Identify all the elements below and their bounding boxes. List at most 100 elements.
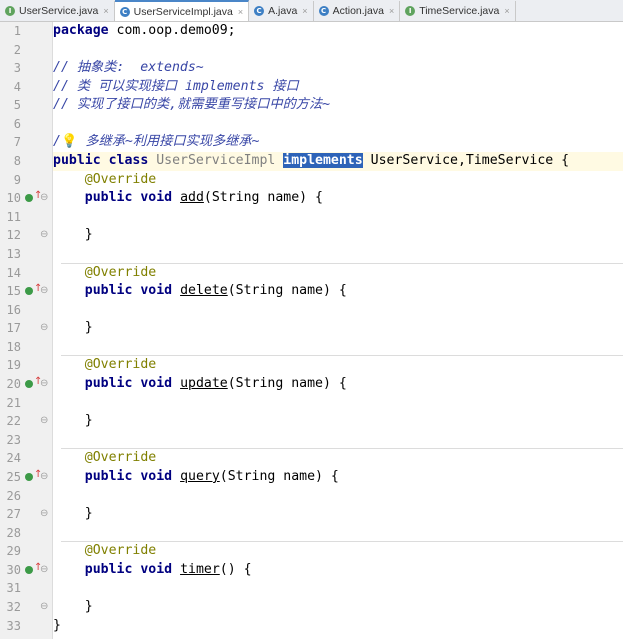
code-token: (String name) { [203,190,323,206]
gutter-row: 4 [0,78,52,97]
close-icon[interactable]: × [389,6,394,16]
code-editor[interactable]: package com.oop.demo09; // 抽象类: extends~… [53,22,623,639]
line-number: 2 [13,42,21,57]
gutter-row: 24 [0,449,52,468]
fold-toggle-icon[interactable]: ⊖ [40,412,48,431]
code-line[interactable]: @Override [53,449,623,468]
gutter-row: 12 ⊖ [0,226,52,245]
code-line[interactable]: @Override [53,171,623,190]
code-line[interactable]: public void update(String name) { [53,375,623,394]
fold-toggle-icon[interactable]: ⊖ [40,561,48,580]
line-number: 3 [13,61,21,76]
fold-toggle-icon[interactable]: ⊖ [40,282,48,301]
code-line[interactable]: // 抽象类: extends~ [53,59,623,78]
gutter-row: 2 [0,41,52,60]
code-line[interactable]: public void delete(String name) { [53,282,623,301]
code-token: implements [283,153,363,169]
close-icon[interactable]: × [238,7,243,17]
code-line[interactable]: // 实现了接口的类,就需要重写接口中的方法~ [53,96,623,115]
code-token: query [180,468,220,484]
fold-toggle-icon[interactable]: ⊖ [40,468,48,487]
line-number: 6 [13,116,21,131]
tab-a[interactable]: C A.java × [249,1,314,21]
code-line[interactable] [53,301,623,320]
code-line[interactable]: } [53,226,623,245]
tab-userservice[interactable]: I UserService.java × [0,1,115,21]
tab-userserviceimpl[interactable]: C UserServiceImpl.java × [114,0,250,21]
gutter-row: 1 [0,22,52,41]
line-number: 26 [6,488,21,503]
code-line[interactable] [53,115,623,134]
code-line[interactable] [53,487,623,506]
tab-label: UserService.java [19,5,99,17]
line-number: 15 [6,284,21,299]
code-line[interactable]: public void query(String name) { [53,468,623,487]
gutter-row: 19 [0,356,52,375]
code-line[interactable] [53,208,623,227]
code-line[interactable]: public class UserServiceImpl implements … [53,152,623,171]
code-token: public void [84,561,173,577]
code-line[interactable] [53,338,623,357]
close-icon[interactable]: × [504,6,509,16]
line-number: 29 [6,544,21,559]
fold-toggle-icon[interactable]: ⊖ [40,505,48,524]
gutter-row: 10 ↑ ⊖ [0,189,52,208]
code-line[interactable] [53,431,623,450]
close-icon[interactable]: × [103,6,108,16]
code-line[interactable]: @Override [53,264,623,283]
code-token: public void [84,190,173,206]
implements-method-icon[interactable] [25,287,33,296]
implements-method-icon[interactable] [25,472,33,481]
code-line[interactable]: @Override [53,542,623,561]
gutter-row: 5 [0,96,52,115]
fold-toggle-icon[interactable]: ⊖ [40,375,48,394]
code-token: UserService,TimeService { [362,153,570,169]
code-line[interactable] [53,41,623,60]
tab-action[interactable]: C Action.java × [314,1,401,21]
fold-toggle-icon[interactable]: ⊖ [40,189,48,208]
code-line[interactable] [53,579,623,598]
code-line[interactable]: /💡 多继承~利用接口实现多继承~ [53,133,623,152]
implements-method-icon[interactable] [25,194,33,203]
code-line[interactable]: public void add(String name) { [53,189,623,208]
fold-toggle-icon[interactable]: ⊖ [40,319,48,338]
close-icon[interactable]: × [302,6,307,16]
code-line[interactable]: package com.oop.demo09; [53,22,623,41]
code-token: UserServiceImpl [156,153,276,169]
code-line[interactable]: } [53,319,623,338]
gutter-row: 27 ⊖ [0,505,52,524]
code-line[interactable]: } [53,505,623,524]
line-number: 27 [6,507,21,522]
gutter-row: 6 [0,115,52,134]
fold-toggle-icon[interactable]: ⊖ [40,226,48,245]
fold-toggle-icon[interactable]: ⊖ [40,598,48,617]
implements-method-icon[interactable] [25,380,33,389]
line-number: 25 [6,469,21,484]
code-token: 多继承~利用接口实现多继承~ [77,134,260,150]
code-line[interactable]: } [53,598,623,617]
code-line[interactable]: } [53,617,623,636]
gutter-row: 7 [0,133,52,152]
code-line[interactable] [53,245,623,264]
code-line[interactable]: } [53,412,623,431]
code-line[interactable] [53,394,623,413]
code-line[interactable]: public void timer() { [53,561,623,580]
gutter-row: 3 [0,59,52,78]
code-token: com.oop.demo09; [108,23,236,38]
class-icon: C [254,6,265,16]
line-number: 17 [6,321,21,336]
code-token: } [53,320,93,336]
code-line[interactable]: // 类 可以实现接口 implements 接口 [53,78,623,97]
code-line[interactable] [53,524,623,543]
tab-timeservice[interactable]: I TimeService.java × [400,1,516,21]
line-number: 16 [6,302,21,317]
code-line[interactable]: @Override [53,356,623,375]
implements-method-icon[interactable] [25,565,33,574]
code-token: (String name) { [227,376,347,392]
tab-label: A.java [268,5,298,17]
